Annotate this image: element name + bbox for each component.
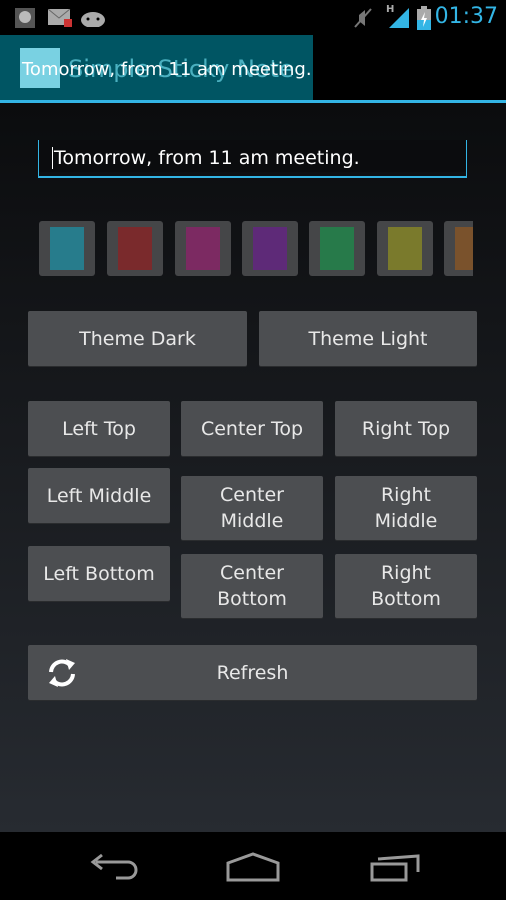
android-icon — [81, 12, 105, 27]
color-swatch-magenta[interactable] — [175, 221, 231, 276]
back-icon[interactable] — [88, 852, 138, 882]
right-middle-button[interactable]: Right Middle — [335, 476, 477, 540]
note-input-value: Tomorrow, from 11 am meeting. — [52, 147, 360, 169]
left-top-button[interactable]: Left Top — [28, 401, 170, 456]
left-middle-button[interactable]: Left Middle — [28, 468, 170, 523]
theme-light-button[interactable]: Theme Light — [259, 311, 477, 366]
color-swatch-olive[interactable] — [377, 221, 433, 276]
color-swatch-purple[interactable] — [242, 221, 298, 276]
left-bottom-button[interactable]: Left Bottom — [28, 546, 170, 601]
home-icon[interactable] — [226, 852, 280, 882]
recent-apps-icon[interactable] — [370, 852, 422, 882]
right-top-button[interactable]: Right Top — [335, 401, 477, 456]
battery-charging-icon — [417, 6, 431, 30]
note-input[interactable]: Tomorrow, from 11 am meeting. — [38, 140, 467, 178]
color-swatch-teal[interactable] — [39, 221, 95, 276]
center-middle-button[interactable]: Center Middle — [181, 476, 323, 540]
center-top-button[interactable]: Center Top — [181, 401, 323, 456]
color-swatch-green[interactable] — [309, 221, 365, 276]
sticky-note-widget-preview[interactable]: Simple Sticky Note Tomorrow, from 11 am … — [0, 35, 313, 100]
refresh-label: Refresh — [216, 661, 289, 684]
center-bottom-button[interactable]: Center Bottom — [181, 554, 323, 618]
color-swatch-red[interactable] — [107, 221, 163, 276]
navigation-bar — [0, 832, 506, 900]
mute-icon — [354, 8, 372, 28]
right-bottom-button[interactable]: Right Bottom — [335, 554, 477, 618]
refresh-icon — [49, 659, 75, 687]
color-swatch-orange[interactable] — [444, 221, 473, 276]
voicemail-icon — [15, 8, 35, 28]
clock: 01:37 — [434, 4, 498, 29]
signal-icon — [389, 8, 409, 28]
mail-icon — [48, 9, 72, 27]
status-bar: H 01:37 — [0, 0, 506, 35]
widget-note-text: Tomorrow, from 11 am meeting. — [22, 59, 312, 80]
refresh-button[interactable]: Refresh — [28, 645, 477, 700]
theme-dark-button[interactable]: Theme Dark — [28, 311, 247, 366]
